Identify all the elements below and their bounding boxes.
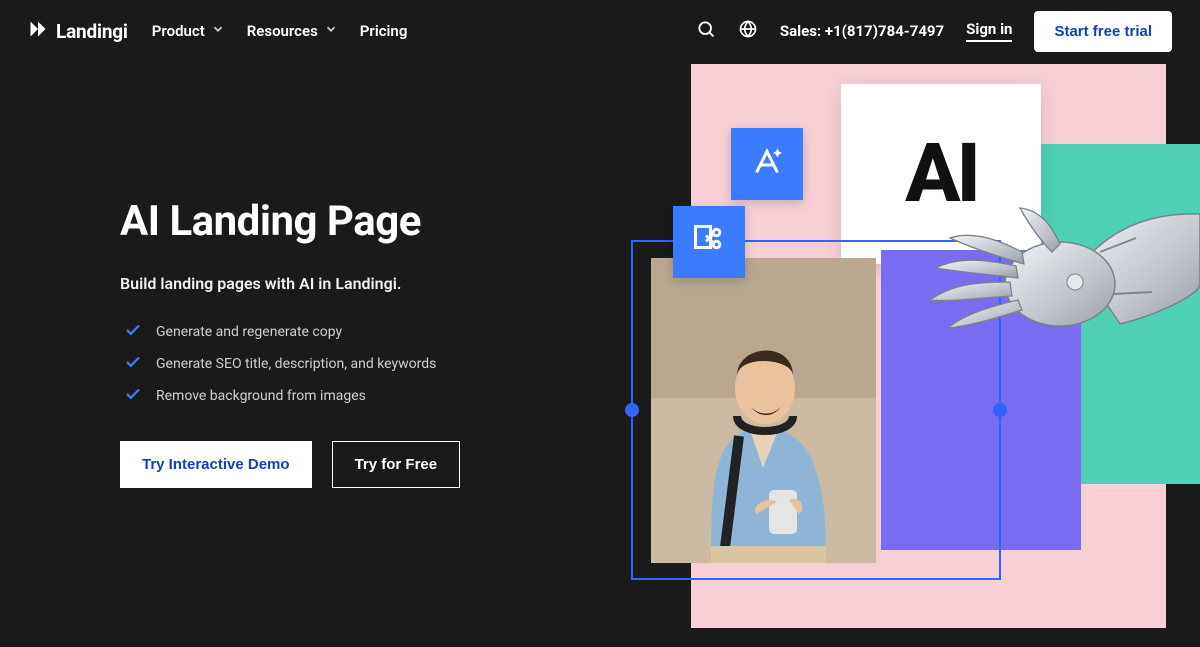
check-icon <box>124 321 142 343</box>
feature-item: Generate SEO title, description, and key… <box>124 353 640 375</box>
hero-graphic: AI <box>691 64 1166 628</box>
brand-name: Landingi <box>56 20 128 43</box>
landingi-logo-icon <box>28 19 48 44</box>
brand-logo[interactable]: Landingi <box>28 19 128 44</box>
site-header: Landingi Product Resources Pricing <box>0 0 1200 62</box>
sales-phone[interactable]: Sales: +1(817)784-7497 <box>780 22 944 40</box>
feature-list: Generate and regenerate copy Generate SE… <box>120 321 640 407</box>
nav-label: Pricing <box>360 22 408 40</box>
hero-actions: Try Interactive Demo Try for Free <box>120 441 640 488</box>
try-free-button[interactable]: Try for Free <box>332 441 461 488</box>
nav-resources[interactable]: Resources <box>247 22 338 40</box>
chevron-down-icon <box>211 22 225 40</box>
language-button[interactable] <box>738 21 758 41</box>
globe-icon <box>738 19 758 43</box>
crop-tool-tile <box>673 206 745 278</box>
hero-section: AI Landing Page Build landing pages with… <box>0 62 1200 642</box>
feature-text: Generate SEO title, description, and key… <box>156 356 436 372</box>
nav-product[interactable]: Product <box>152 22 225 40</box>
hero-subtitle: Build landing pages with AI in Landingi. <box>120 274 640 293</box>
ai-text-tool-tile <box>731 128 803 200</box>
signin-link[interactable]: Sign in <box>966 20 1012 42</box>
nav-label: Product <box>152 22 205 40</box>
nav-label: Resources <box>247 22 318 40</box>
search-button[interactable] <box>696 21 716 41</box>
check-icon <box>124 353 142 375</box>
try-demo-button[interactable]: Try Interactive Demo <box>120 441 312 488</box>
check-icon <box>124 385 142 407</box>
header-left: Landingi Product Resources Pricing <box>28 19 407 44</box>
hero-photo <box>651 258 876 563</box>
chevron-down-icon <box>324 22 338 40</box>
ai-text-icon <box>749 144 785 184</box>
primary-nav: Product Resources Pricing <box>152 22 408 40</box>
header-right: Sales: +1(817)784-7497 Sign in Start fre… <box>696 11 1172 52</box>
feature-text: Generate and regenerate copy <box>156 324 342 340</box>
feature-item: Generate and regenerate copy <box>124 321 640 343</box>
hero-copy: AI Landing Page Build landing pages with… <box>120 62 640 488</box>
start-trial-button[interactable]: Start free trial <box>1034 11 1172 52</box>
hero-title: AI Landing Page <box>120 197 640 246</box>
search-icon <box>696 19 716 43</box>
feature-item: Remove background from images <box>124 385 640 407</box>
scissors-icon <box>691 222 727 262</box>
nav-pricing[interactable]: Pricing <box>360 22 408 40</box>
robot-hand-illustration <box>900 174 1200 374</box>
feature-text: Remove background from images <box>156 388 366 404</box>
